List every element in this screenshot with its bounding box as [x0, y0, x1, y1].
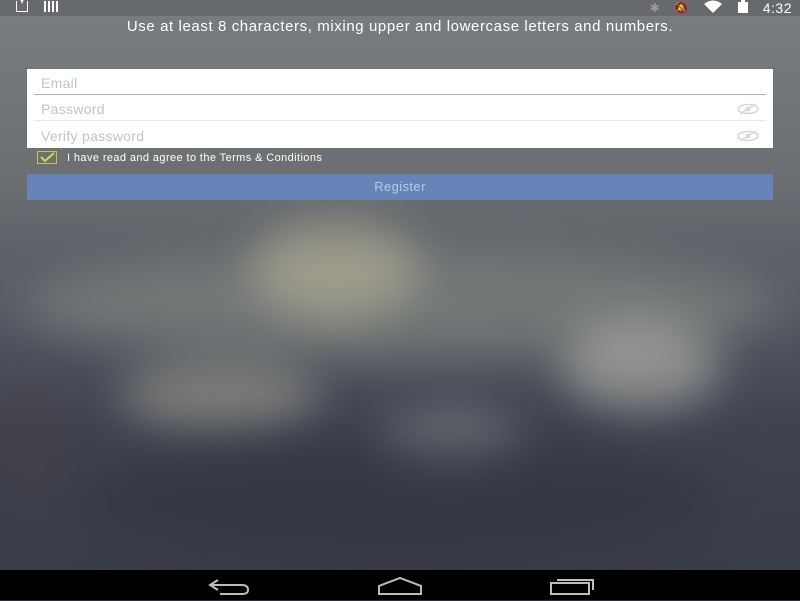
password-field[interactable]: Password [34, 96, 766, 121]
back-icon[interactable] [206, 576, 252, 596]
signal-bars-icon [44, 1, 58, 12]
checkmark-icon [40, 152, 55, 163]
download-icon [16, 0, 28, 12]
show-verify-password-eye-icon[interactable] [736, 130, 760, 142]
show-password-eye-icon[interactable] [736, 103, 760, 115]
email-field[interactable]: Email [34, 70, 766, 95]
battery-icon [737, 0, 749, 17]
recents-icon[interactable] [549, 576, 595, 596]
verify-password-placeholder: Verify password [41, 128, 145, 144]
bluetooth-icon: ✱ [649, 1, 660, 15]
wifi-icon [703, 0, 723, 17]
status-bar: ✱ 🔕 4:32 [0, 0, 800, 16]
password-hint: Use at least 8 characters, mixing upper … [126, 18, 674, 35]
terms-checkbox[interactable] [37, 151, 57, 164]
mute-icon: 🔕 [673, 1, 689, 15]
registration-form: Email Password Verify password [27, 69, 773, 148]
email-placeholder: Email [41, 75, 78, 91]
status-time: 4:32 [762, 0, 792, 16]
verify-password-field[interactable]: Verify password [34, 123, 766, 148]
terms-row: I have read and agree to the Terms & Con… [37, 151, 322, 164]
terms-label[interactable]: I have read and agree to the Terms & Con… [67, 152, 322, 164]
register-button[interactable]: Register [27, 174, 773, 200]
password-placeholder: Password [41, 101, 105, 117]
home-icon[interactable] [377, 576, 423, 596]
navigation-bar [0, 570, 800, 600]
